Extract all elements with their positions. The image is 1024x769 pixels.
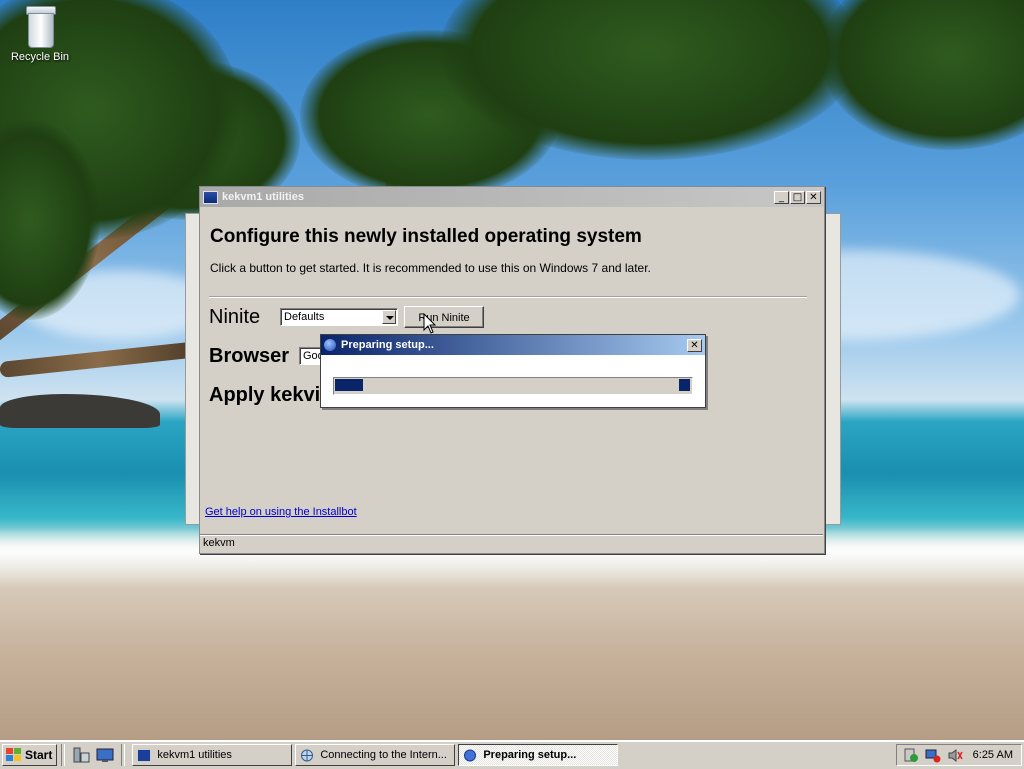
mouse-cursor-icon (423, 313, 437, 334)
rock-island (0, 394, 160, 428)
taskbar: Start kekvm1 utilities Connecting to the… (0, 740, 1024, 769)
dialog-title: Preparing setup... (341, 339, 434, 351)
progress-chunk (335, 379, 363, 391)
show-desktop-icon[interactable] (96, 747, 114, 763)
progress-chunk (679, 379, 690, 391)
task-label: Preparing setup... (483, 749, 577, 761)
task-button-preparing-setup[interactable]: Preparing setup... (458, 744, 619, 766)
browser-label: Browser (209, 345, 290, 367)
task-label: Connecting to the Intern... (320, 749, 447, 761)
setup-progress-bar (333, 377, 693, 395)
recycle-bin-icon (23, 4, 57, 48)
volume-icon[interactable] (947, 748, 963, 763)
task-button-connecting[interactable]: Connecting to the Intern... (295, 744, 456, 766)
app-window-icon (203, 190, 218, 204)
ninite-preset-select[interactable]: Defaults (280, 308, 398, 326)
preparing-setup-dialog: Preparing setup... ✕ (320, 334, 706, 408)
desktop-icon-recycle-bin[interactable]: Recycle Bin (6, 4, 74, 63)
status-bar: kekvm (200, 534, 823, 552)
close-button[interactable]: ✕ (806, 190, 821, 204)
chevron-down-icon[interactable] (382, 310, 396, 324)
apply-label: Apply kekvi (209, 384, 321, 406)
server-manager-icon[interactable] (72, 747, 90, 763)
ninite-label: Ninite (209, 306, 261, 328)
app-window-icon (137, 748, 152, 762)
start-button[interactable]: Start (2, 744, 58, 766)
installer-icon (464, 749, 477, 761)
windows-flag-icon (6, 748, 22, 762)
dialog-close-button[interactable]: ✕ (687, 338, 702, 352)
help-link[interactable]: Get help on using the Installbot (205, 506, 357, 518)
globe-icon (301, 749, 314, 761)
start-label: Start (25, 748, 53, 762)
installer-icon (324, 339, 336, 351)
palm-trunk (0, 341, 200, 378)
maximize-button[interactable]: □ (790, 190, 805, 204)
window-title: kekvm1 utilities (222, 191, 304, 203)
window-titlebar[interactable]: kekvm1 utilities _ □ ✕ (200, 187, 824, 207)
network-disconnected-icon[interactable] (925, 748, 941, 763)
recycle-bin-label: Recycle Bin (10, 51, 70, 63)
taskbar-divider (121, 744, 126, 766)
palm-frond (820, 0, 1024, 150)
dialog-titlebar[interactable]: Preparing setup... ✕ (321, 335, 705, 355)
page-title: Configure this newly installed operating… (210, 226, 642, 247)
task-label: kekvm1 utilities (157, 749, 232, 761)
system-tray: 6:25 AM (895, 744, 1022, 766)
clock[interactable]: 6:25 AM (973, 749, 1013, 761)
divider (209, 296, 807, 298)
ninite-preset-value: Defaults (284, 311, 325, 323)
run-ninite-button[interactable]: Run Ninite (404, 306, 484, 328)
taskbar-divider (61, 744, 66, 766)
minimize-button[interactable]: _ (774, 190, 789, 204)
intro-text: Click a button to get started. It is rec… (210, 261, 651, 275)
task-button-kekvm1-utilities[interactable]: kekvm1 utilities (132, 744, 293, 766)
security-center-icon[interactable] (903, 748, 919, 763)
